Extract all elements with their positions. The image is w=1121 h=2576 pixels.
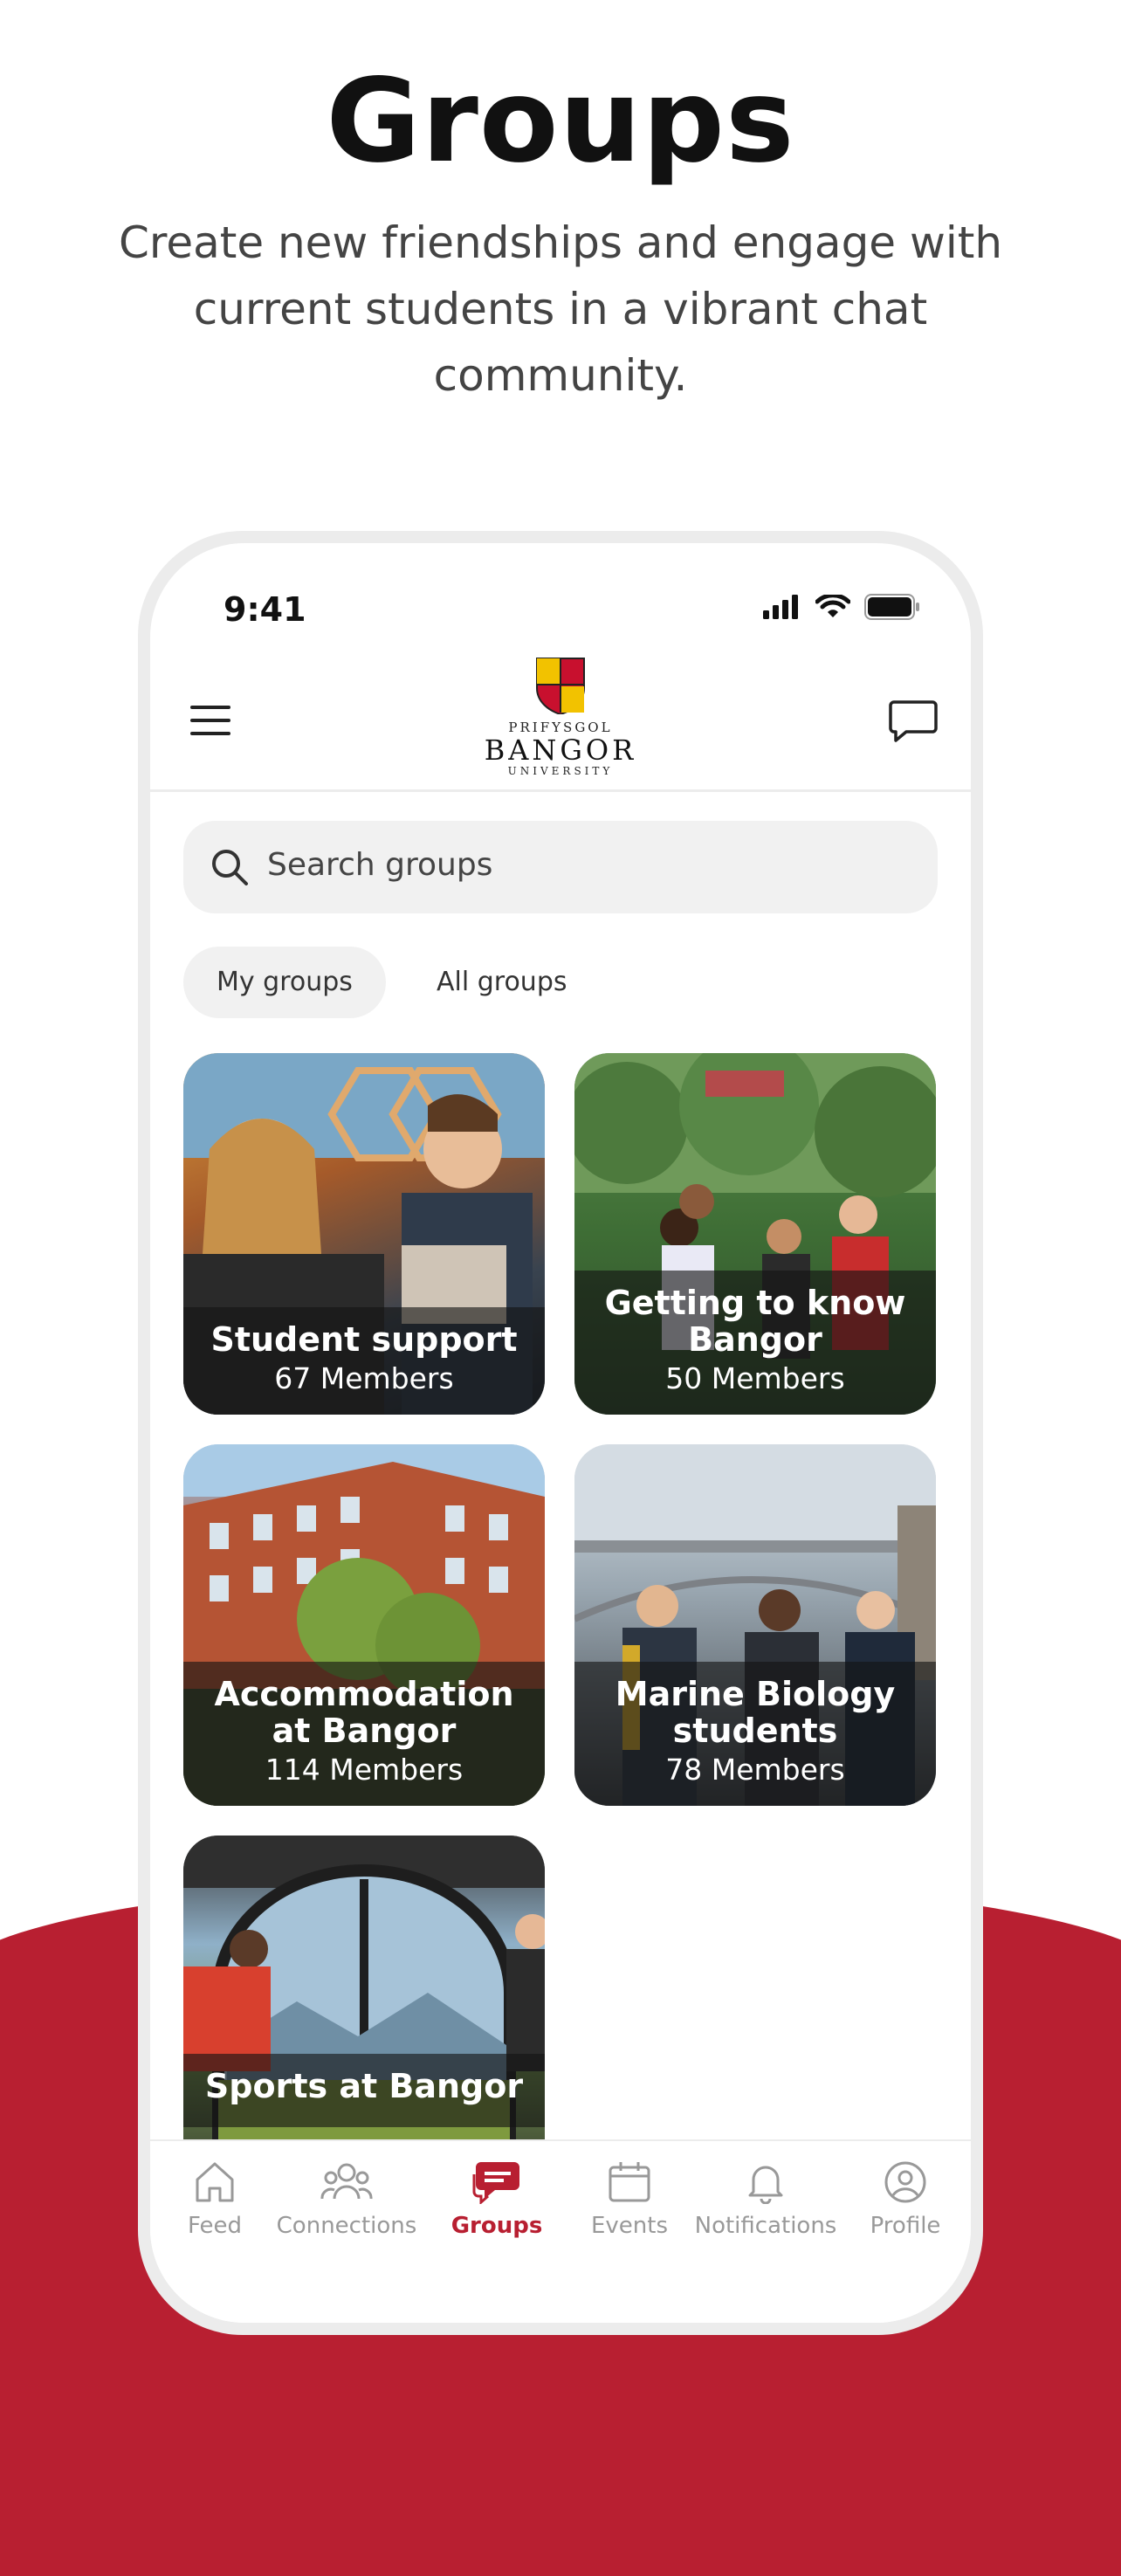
group-card-overlay: Accommodation at Bangor 114 Members [183,1662,545,1806]
tab-label: Events [590,2213,669,2239]
user-circle-icon [884,2161,926,2203]
tab-label: Profile [870,2213,941,2239]
group-title: Sports at Bangor [204,2067,524,2105]
tab-my-groups[interactable]: My groups [183,947,386,1018]
group-card-overlay: Marine Biology students 78 Members [574,1662,936,1806]
tab-label: Connections [276,2213,417,2239]
group-card-accommodation[interactable]: Accommodation at Bangor 114 Members [183,1444,545,1806]
status-icons [763,594,920,620]
crest-icon [536,658,585,716]
group-card-student-support[interactable]: Student support 67 Members [183,1053,545,1415]
group-title: Accommodation at Bangor [214,1675,514,1750]
group-members: 67 Members [274,1361,454,1395]
tab-label: Groups [450,2213,543,2239]
group-members: 50 Members [665,1361,845,1395]
search-icon [212,850,248,885]
group-title: Student support [210,1320,518,1359]
group-card-overlay: Sports at Bangor [183,2054,545,2127]
bottom-tab-bar: Feed Connections Groups Events Notificat… [150,2139,971,2323]
university-logo: PRIFYSGOL BANGOR UNIVERSITY [473,657,648,788]
phone-frame: 9:41 PRIFYSGOL BANGOR UNIVERSITY Search … [138,531,983,2335]
tab-connections[interactable]: Connections [272,2160,421,2239]
group-card-overlay: Getting to know Bangor 50 Members [574,1271,936,1415]
wifi-icon [815,595,850,617]
tab-all-groups[interactable]: All groups [403,947,601,1018]
group-members: 114 Members [265,1753,464,1787]
people-icon [320,2163,373,2200]
messages-icon[interactable] [889,699,938,744]
group-members: 78 Members [665,1753,845,1787]
logo-line-2: BANGOR [484,734,637,767]
group-card-overlay: Student support 67 Members [183,1307,545,1415]
hamburger-menu-icon[interactable] [190,706,230,735]
search-input[interactable]: Search groups [183,821,938,913]
phone-screen: 9:41 PRIFYSGOL BANGOR UNIVERSITY Search … [150,543,971,2323]
status-time: 9:41 [224,590,306,629]
tab-feed[interactable]: Feed [150,2160,280,2239]
group-title: Marine Biology students [615,1675,896,1750]
logo-line-3: UNIVERSITY [507,765,614,777]
calendar-icon [609,2162,650,2202]
tab-label: Notifications [694,2213,837,2239]
battery-icon [864,594,919,620]
page-headline: Groups [326,54,795,189]
tab-profile[interactable]: Profile [840,2160,971,2239]
home-icon [196,2162,234,2202]
group-title: Getting to know Bangor [604,1284,906,1359]
tab-groups[interactable]: Groups [431,2160,562,2239]
search-placeholder: Search groups [267,847,493,883]
tab-label: Feed [187,2213,243,2239]
app-header: PRIFYSGOL BANGOR UNIVERSITY [150,646,971,792]
group-card-getting-to-know-bangor[interactable]: Getting to know Bangor 50 Members [574,1053,936,1415]
tab-events[interactable]: Events [564,2160,695,2239]
signal-icon [763,595,798,619]
page-subheadline: Create new friendships and engage with c… [118,217,1003,401]
tab-notifications[interactable]: Notifications [691,2160,840,2239]
chat-bubbles-icon [472,2162,519,2204]
bell-icon [748,2166,783,2204]
group-card-marine-biology[interactable]: Marine Biology students 78 Members [574,1444,936,1806]
